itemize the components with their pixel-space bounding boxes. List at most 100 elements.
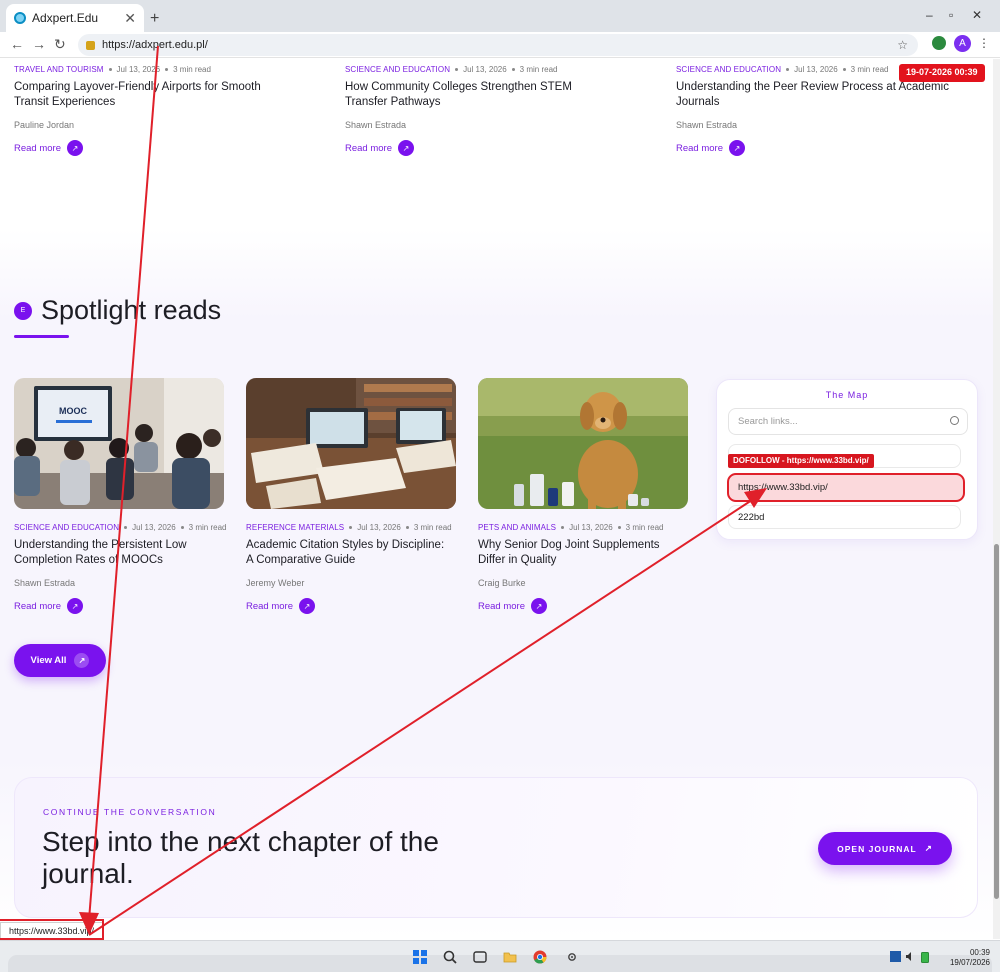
task-view-icon[interactable] — [473, 950, 487, 964]
card-date: Jul 13, 2026 — [569, 523, 613, 532]
card-date: Jul 13, 2026 — [357, 523, 401, 532]
search-icon[interactable] — [443, 950, 457, 964]
page-content: TRAVEL AND TOURISM Jul 13, 2026 3 min read… — [0, 59, 993, 939]
reload-icon[interactable]: ↻ — [54, 36, 66, 53]
screen-text: MOOC — [59, 406, 87, 416]
restore-button[interactable]: ▫ — [949, 8, 953, 22]
view-all-button[interactable]: View All ↗ — [14, 644, 106, 677]
settings-gear-icon[interactable] — [565, 950, 579, 964]
open-journal-label: OPEN JOURNAL — [837, 843, 917, 854]
map-link-item-highlighted[interactable]: https://www.33bd.vip/ — [727, 473, 965, 502]
card-title[interactable]: Understanding the Peer Review Process at… — [676, 80, 986, 110]
toolbar: ← → ↻ https://adxpert.edu.pl/ ☆ — [0, 32, 1000, 58]
card-category[interactable]: SCIENCE AND EDUCATION — [676, 65, 781, 74]
read-more-label: Read more — [14, 600, 61, 612]
arrow-up-right-icon: ↗ — [924, 843, 933, 853]
read-more-label: Read more — [676, 142, 723, 154]
card-author: Shawn Estrada — [345, 120, 407, 130]
read-more-link[interactable]: Read more ↗ — [345, 140, 625, 156]
forward-icon[interactable]: → — [32, 36, 46, 52]
classroom-image: MOOC — [14, 378, 224, 509]
url-text: https://adxpert.edu.pl/ — [102, 39, 208, 51]
card-title[interactable]: Comparing Layover-Friendly Airports for … — [14, 80, 294, 110]
site-favicon-icon — [14, 12, 26, 24]
card-author: Craig Burke — [478, 578, 526, 588]
arrow-up-right-icon: ↗ — [729, 140, 745, 156]
arrow-up-right-icon: ↗ — [67, 598, 83, 614]
card-author: Pauline Jordan — [14, 120, 75, 130]
read-more-link[interactable]: Read more ↗ — [478, 598, 700, 614]
card-category[interactable]: SCIENCE AND EDUCATION — [345, 65, 450, 74]
windows-start-icon[interactable] — [413, 950, 427, 964]
window-close-button[interactable]: ✕ — [972, 8, 982, 22]
arrow-up-right-icon: ↗ — [67, 140, 83, 156]
address-bar[interactable]: https://adxpert.edu.pl/ ☆ — [78, 34, 918, 56]
card-category[interactable]: REFERENCE MATERIALS — [246, 523, 344, 532]
card-readtime: 3 min read — [850, 65, 889, 74]
card-title[interactable]: Understanding the Persistent Low Complet… — [14, 538, 236, 568]
read-more-label: Read more — [246, 600, 293, 612]
section-header: E Spotlight reads — [14, 295, 221, 326]
card-readtime: 3 min read — [519, 65, 558, 74]
card-title[interactable]: Academic Citation Styles by Discipline: … — [246, 538, 446, 568]
card-thumbnail[interactable] — [246, 378, 456, 509]
card-category[interactable]: PETS AND ANIMALS — [478, 523, 556, 532]
read-more-link[interactable]: Read more ↗ — [14, 598, 236, 614]
card-thumbnail[interactable]: MOOC — [14, 378, 224, 509]
card-date: Jul 13, 2026 — [116, 65, 161, 74]
tab-strip: Adxpert.Edu ✕ + – ▫ ✕ — [0, 0, 1000, 32]
map-link-text: https://www.33bd.vip/ — [738, 482, 828, 493]
arrow-up-right-icon: ↗ — [398, 140, 414, 156]
battery-icon[interactable] — [921, 951, 929, 963]
bookmark-star-icon[interactable]: ☆ — [897, 38, 908, 52]
read-more-link[interactable]: Read more ↗ — [246, 598, 468, 614]
search-placeholder: Search links... — [738, 416, 798, 427]
spotlight-card: MOOC SCIENCE AND EDUCATION Jul 13, 2026 3 … — [14, 378, 236, 614]
section-badge: E — [14, 301, 32, 320]
map-search-input[interactable]: Search links... — [728, 408, 968, 435]
card-readtime: 3 min read — [413, 523, 452, 532]
card-date: Jul 13, 2026 — [463, 65, 507, 74]
volume-icon[interactable] — [905, 951, 916, 962]
timestamp-badge: 19-07-2026 00:39 — [899, 64, 985, 82]
new-tab-button[interactable]: + — [150, 10, 159, 28]
search-icon — [950, 416, 959, 425]
cta-banner: CONTINUE THE CONVERSATION Step into the … — [14, 777, 978, 918]
cta-kicker: CONTINUE THE CONVERSATION — [43, 807, 217, 817]
extension-icon[interactable] — [932, 36, 946, 50]
read-more-link[interactable]: Read more ↗ — [14, 140, 294, 156]
card-category[interactable]: SCIENCE AND EDUCATION — [14, 523, 119, 532]
card-thumbnail[interactable] — [478, 378, 688, 509]
minimize-button[interactable]: – — [926, 8, 933, 22]
page-scrollbar[interactable] — [993, 59, 1000, 939]
profile-avatar[interactable]: A — [954, 35, 971, 52]
card-category[interactable]: TRAVEL AND TOURISM — [14, 65, 104, 74]
chrome-icon[interactable] — [533, 950, 547, 964]
section-title: Spotlight reads — [41, 295, 222, 325]
open-journal-button[interactable]: OPEN JOURNAL ↗ — [818, 832, 952, 865]
card-title[interactable]: Why Senior Dog Joint Supplements Differ … — [478, 538, 683, 568]
spotlight-card: PETS AND ANIMALS Jul 13, 2026 3 min read W… — [478, 378, 700, 614]
card-readtime: 3 min read — [173, 65, 211, 74]
spotlight-card: REFERENCE MATERIALS Jul 13, 2026 3 min rea… — [246, 378, 468, 614]
link-map-widget: The Map Search links... DOFOLLOW - https… — [716, 379, 978, 540]
read-more-label: Read more — [345, 142, 392, 154]
close-tab-icon[interactable]: ✕ — [124, 10, 136, 27]
back-icon[interactable]: ← — [10, 36, 24, 52]
read-more-link[interactable]: Read more ↗ — [676, 140, 986, 156]
os-taskbar: 00:39 19/07/2026 — [0, 940, 1000, 972]
lock-icon — [86, 40, 95, 50]
browser-tab[interactable]: Adxpert.Edu ✕ — [6, 4, 144, 32]
map-link-item[interactable]: 222bd — [728, 505, 961, 529]
browser-menu-icon[interactable]: ⋮ — [978, 36, 990, 50]
clock[interactable]: 00:39 19/07/2026 — [936, 948, 990, 968]
file-explorer-icon[interactable] — [503, 950, 517, 964]
golden-retriever-image — [478, 378, 688, 509]
article-card: TRAVEL AND TOURISM Jul 13, 2026 3 min read… — [14, 65, 294, 156]
card-readtime: 3 min read — [625, 523, 664, 532]
clock-time: 00:39 — [969, 948, 990, 957]
card-title[interactable]: How Community Colleges Strengthen STEM T… — [345, 80, 610, 110]
tray-app-icon[interactable] — [890, 951, 901, 962]
scrollbar-thumb[interactable] — [994, 544, 999, 899]
cta-title: Step into the next chapter of the journa… — [42, 826, 439, 889]
